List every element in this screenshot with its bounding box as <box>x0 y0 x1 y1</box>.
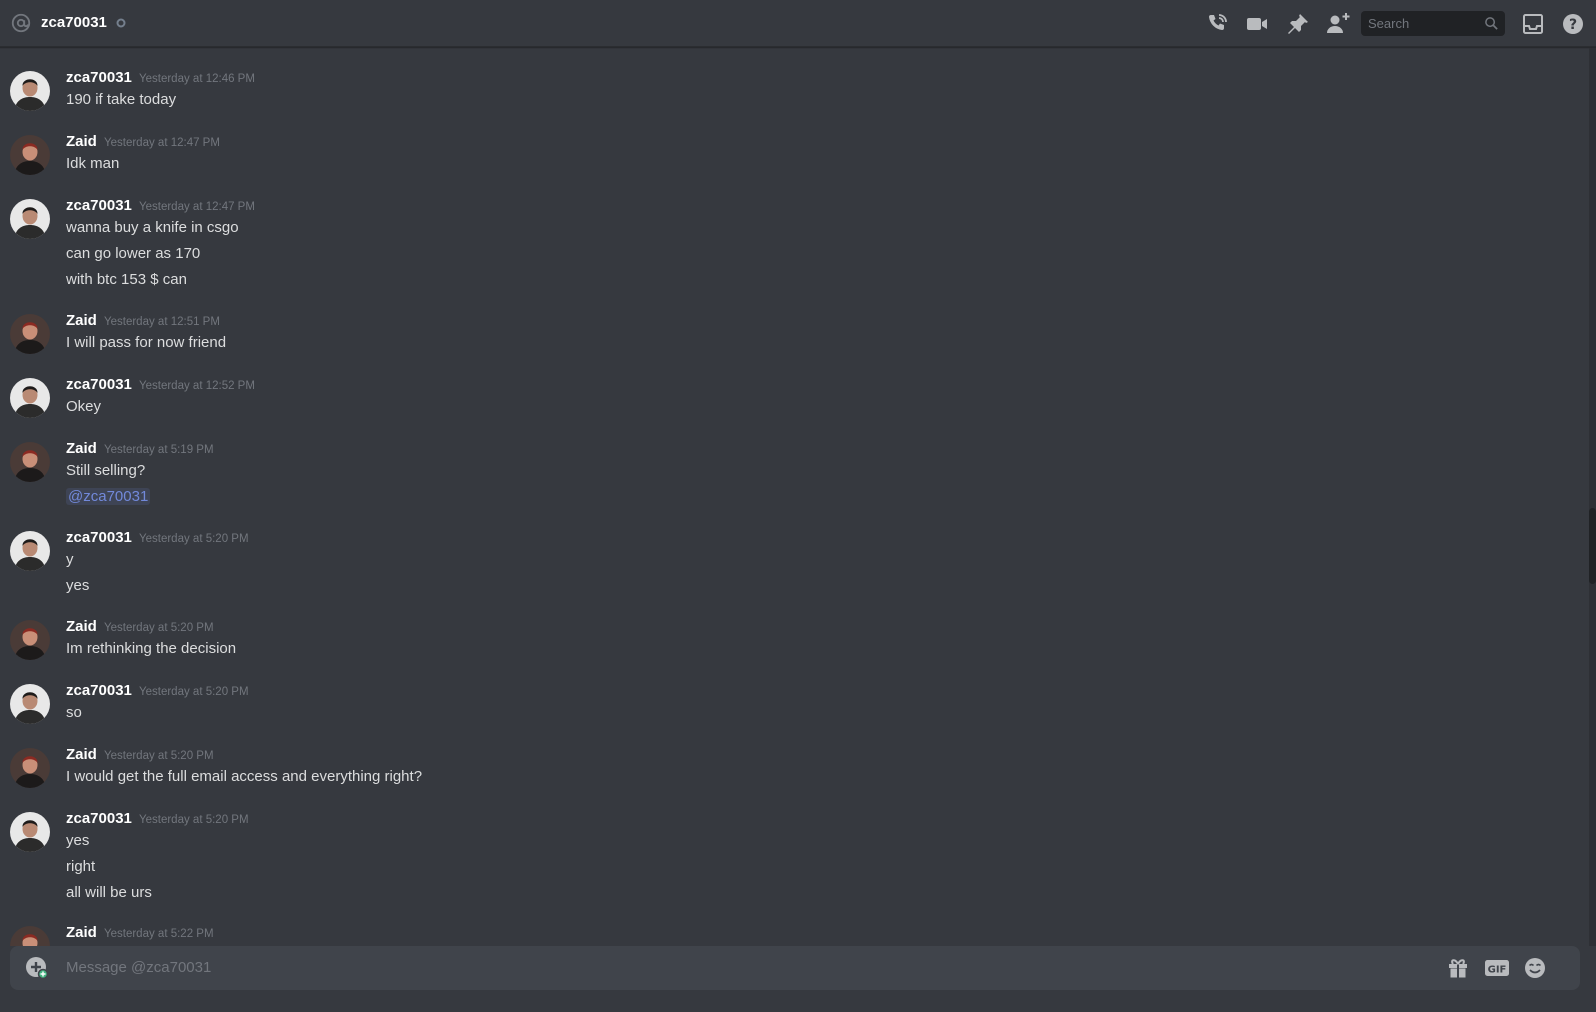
scrollbar-thumb[interactable] <box>1589 508 1596 584</box>
message-timestamp: Yesterday at 12:47 PM <box>104 137 220 149</box>
message-timestamp: Yesterday at 5:20 PM <box>139 686 249 698</box>
avatar[interactable] <box>10 135 50 175</box>
message-text: right <box>66 858 96 875</box>
message-author[interactable]: Zaid <box>66 923 97 943</box>
avatar[interactable] <box>10 812 50 852</box>
message-author[interactable]: Zaid <box>66 745 97 765</box>
avatar[interactable] <box>10 620 50 660</box>
video-call-icon[interactable] <box>1245 12 1269 36</box>
message-timestamp: Yesterday at 12:51 PM <box>104 316 220 328</box>
avatar[interactable] <box>10 378 50 418</box>
message-timestamp: Yesterday at 5:20 PM <box>139 533 249 545</box>
svg-text:?: ? <box>1569 17 1577 33</box>
avatar[interactable] <box>10 442 50 482</box>
avatar[interactable] <box>10 199 50 239</box>
message-text: Okey <box>66 398 102 415</box>
message-timestamp: Yesterday at 12:46 PM <box>139 73 255 85</box>
message-text: y <box>66 551 74 568</box>
message-author[interactable]: zca70031 <box>66 68 132 88</box>
help-icon[interactable]: ? <box>1561 12 1585 36</box>
gif-icon[interactable]: GIF <box>1484 956 1510 980</box>
voice-call-icon[interactable] <box>1205 12 1229 36</box>
message-timestamp: Yesterday at 12:52 PM <box>139 380 255 392</box>
message-timestamp: Yesterday at 5:20 PM <box>104 750 214 762</box>
pin-icon[interactable] <box>1286 12 1310 36</box>
avatar[interactable] <box>10 531 50 571</box>
message-list[interactable]: zca70031 Yesterday at 12:46 PM 190 if take… <box>0 48 1590 946</box>
channel-header: zca70031 Search ? <box>0 0 1596 47</box>
message-text: wanna buy a knife in csgo <box>66 219 239 236</box>
message-text: Im rethinking the decision <box>66 640 237 657</box>
message-timestamp: Yesterday at 12:47 PM <box>139 201 255 213</box>
avatar[interactable] <box>10 71 50 111</box>
message-composer[interactable]: Message @zca70031 GIF <box>10 946 1580 990</box>
avatar[interactable] <box>10 684 50 724</box>
message-text: Still selling? <box>66 462 146 479</box>
message-text: all will be urs <box>66 884 152 901</box>
message-author[interactable]: zca70031 <box>66 681 132 701</box>
inbox-icon[interactable] <box>1521 12 1545 36</box>
message-text: I will pass for now friend <box>66 334 227 351</box>
message-text: yes <box>66 832 90 849</box>
message-text: I would get the full email access and ev… <box>66 768 423 785</box>
message-text: so <box>66 704 82 721</box>
status-offline-icon <box>116 18 126 28</box>
search-icon <box>1485 17 1498 30</box>
message-author[interactable]: zca70031 <box>66 809 132 829</box>
channel-title: zca70031 <box>41 14 107 31</box>
message-author[interactable]: Zaid <box>66 132 97 152</box>
message-text: yes <box>66 577 90 594</box>
add-friend-icon[interactable] <box>1326 12 1350 36</box>
message-text: 190 if take today <box>66 91 177 108</box>
message-text: with btc 153 $ can <box>66 271 187 288</box>
message-author[interactable]: zca70031 <box>66 196 132 216</box>
at-icon <box>11 13 31 33</box>
message-author[interactable]: zca70031 <box>66 375 132 395</box>
message-timestamp: Yesterday at 5:20 PM <box>139 814 249 826</box>
user-mention[interactable]: @zca70031 <box>66 488 151 505</box>
avatar[interactable] <box>10 314 50 354</box>
message-author[interactable]: zca70031 <box>66 528 132 548</box>
avatar[interactable] <box>10 748 50 788</box>
message-timestamp: Yesterday at 5:19 PM <box>104 444 214 456</box>
search-placeholder: Search <box>1368 16 1410 31</box>
message-input[interactable]: Message @zca70031 <box>66 958 211 978</box>
avatar[interactable] <box>10 926 50 946</box>
upload-icon[interactable] <box>25 956 49 980</box>
emoji-icon[interactable] <box>1523 956 1547 980</box>
message-text: can go lower as 170 <box>66 245 201 262</box>
message-mention-line: @zca70031 <box>66 487 151 507</box>
gift-icon[interactable] <box>1446 956 1470 980</box>
message-timestamp: Yesterday at 5:22 PM <box>104 928 214 940</box>
message-author[interactable]: Zaid <box>66 439 97 459</box>
message-author[interactable]: Zaid <box>66 617 97 637</box>
message-text: Idk man <box>66 155 120 172</box>
message-timestamp: Yesterday at 5:20 PM <box>104 622 214 634</box>
message-author[interactable]: Zaid <box>66 311 97 331</box>
scrollbar[interactable] <box>1589 48 1596 946</box>
search-input[interactable]: Search <box>1361 11 1505 36</box>
svg-text:GIF: GIF <box>1488 965 1507 976</box>
